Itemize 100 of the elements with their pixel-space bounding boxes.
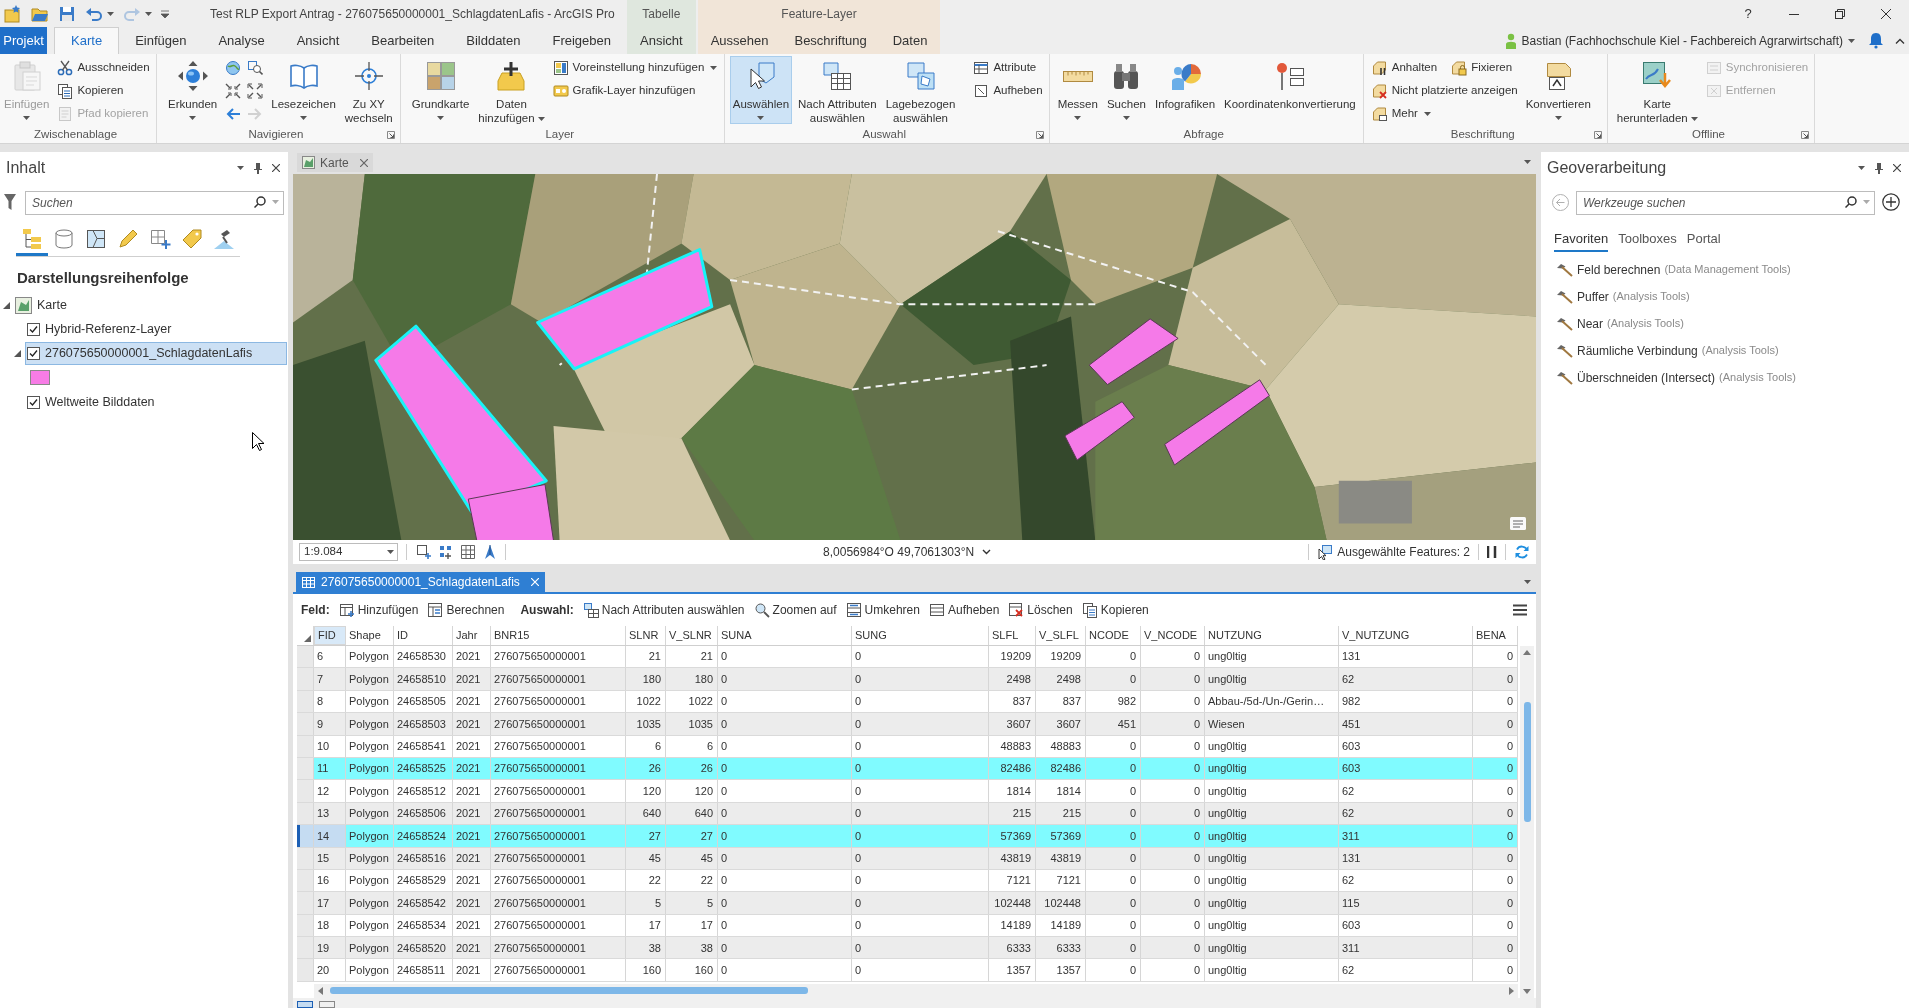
table-row[interactable]: 7 Polygon 24658510 2021 276075650000001 180 180 0 0 2498 2498 0 0 ung0ltig 62 0: [297, 668, 1518, 691]
close-icon[interactable]: [1893, 164, 1901, 172]
dialog-launcher-icon[interactable]: [1593, 130, 1602, 139]
table-row[interactable]: 16 Polygon 24658529 2021 276075650000001 22 22 0 0 7121 7121 0 0 ung0ltig 62 0: [297, 869, 1518, 893]
column-header[interactable]: Shape: [346, 626, 394, 645]
table-row[interactable]: 18 Polygon 24658534 2021 276075650000001 17 17 0 0 14189 14189 0 0 ung0ltig 603 0: [297, 914, 1518, 938]
column-header[interactable]: V_NUTZUNG: [1339, 626, 1473, 645]
caret-icon[interactable]: [1524, 580, 1531, 584]
table-row[interactable]: 12 Polygon 24658512 2021 276075650000001 120 120 0 0 1814 1814 0 0 ung0ltig 62 0: [297, 780, 1518, 803]
table-row[interactable]: 9 Polygon 24658503 2021 276075650000001 1035 1035 0 0 3607 3607 451 0 Wiesen 451 0: [297, 713, 1518, 736]
column-header[interactable]: V_SLNR: [666, 626, 718, 645]
dialog-launcher-icon[interactable]: [386, 130, 395, 139]
ribbon-tab[interactable]: Ansicht: [627, 27, 696, 54]
menu-icon[interactable]: [1513, 604, 1527, 616]
bell-icon[interactable]: [1868, 32, 1884, 49]
ribbon-button[interactable]: Mehr: [1369, 102, 1433, 125]
vertical-scrollbar[interactable]: [1520, 646, 1534, 998]
ribbon-tab[interactable]: Aussehen: [697, 27, 782, 54]
ribbon-tab[interactable]: Bilddaten: [450, 27, 537, 54]
table-row[interactable]: 13 Polygon 24658506 2021 276075650000001 640 640 0 0 215 215 0 0 ung0ltig 62 0: [297, 802, 1518, 826]
toolbar-button[interactable]: Zoomen auf: [753, 601, 837, 619]
scroll-right-arrow-icon[interactable]: [1506, 985, 1516, 996]
scrollbar-thumb[interactable]: [1523, 702, 1531, 822]
caret-icon[interactable]: [1848, 38, 1855, 43]
ribbon-button[interactable]: Messen: [1054, 56, 1101, 124]
search-field[interactable]: Werkzeuge suchen: [1576, 191, 1875, 215]
search-field[interactable]: Suchen: [25, 191, 284, 215]
checkbox[interactable]: [27, 395, 40, 409]
close-icon[interactable]: [359, 158, 368, 167]
table-row[interactable]: 14 Polygon 24658524 2021 276075650000001 27 27 0 0 57369 57369 0 0 ung0ltig 311 0: [297, 825, 1518, 848]
table-row[interactable]: 15 Polygon 24658516 2021 276075650000001 45 45 0 0 43819 43819 0 0 ung0ltig 131 0: [297, 847, 1518, 870]
customize-icon[interactable]: [161, 9, 169, 18]
ribbon-button[interactable]: Nicht platzierte anzeigen: [1369, 79, 1520, 102]
caret-icon[interactable]: [1524, 160, 1531, 164]
ribbon-tab[interactable]: Daten: [879, 27, 941, 54]
add-circle-icon[interactable]: [1882, 193, 1900, 211]
ribbon-button[interactable]: Infografiken: [1151, 56, 1219, 124]
column-header[interactable]: NUTZUNG: [1205, 626, 1339, 645]
tool-item[interactable]: Feld berechnen (Data Management Tools): [1541, 256, 1791, 283]
toolbar-button[interactable]: Löschen: [1008, 601, 1073, 619]
layer-item[interactable]: 276075650000001_SchlagdatenLafis: [25, 341, 287, 365]
ribbon-tab[interactable]: Projekt: [0, 27, 48, 54]
table-row[interactable]: 19 Polygon 24658520 2021 276075650000001 38 38 0 0 6333 6333 0 0 ung0ltig 311 0: [297, 937, 1518, 960]
dialog-launcher-icon[interactable]: [1801, 130, 1810, 139]
column-header[interactable]: SUNA: [718, 626, 852, 645]
ribbon-tab[interactable]: Analyse: [202, 27, 281, 54]
close-icon[interactable]: [272, 164, 280, 172]
ribbon-tab[interactable]: Ansicht: [280, 27, 356, 54]
table-row[interactable]: 8 Polygon 24658505 2021 276075650000001 1022 1022 0 0 837 837 982 0 Abbau-/5d-/Un-/Gerin… 982 0: [297, 690, 1518, 714]
ribbon-button[interactable]: Voreinstellung hinzufügen: [550, 56, 720, 79]
column-header[interactable]: FID: [314, 626, 346, 645]
help-button[interactable]: ?: [1725, 0, 1771, 27]
pin-icon[interactable]: [1875, 162, 1883, 174]
dialog-launcher-icon[interactable]: [1035, 130, 1044, 139]
column-header[interactable]: Jahr: [453, 626, 491, 645]
layer-item[interactable]: Weltweite Bilddaten: [25, 390, 287, 414]
selected-features-count[interactable]: Ausgewählte Features: 2: [1337, 543, 1470, 561]
ribbon-button[interactable]: Zu XY wechseln: [341, 56, 396, 124]
quick-access-button[interactable]: [4, 4, 22, 23]
column-header[interactable]: SLNR: [626, 626, 666, 645]
scale-combobox[interactable]: 1:9.084: [299, 543, 398, 561]
table-row[interactable]: 10 Polygon 24658541 2021 276075650000001 6 6 0 0 48883 48883 0 0 ung0ltig 603 0: [297, 735, 1518, 758]
quick-access-button[interactable]: [58, 4, 76, 23]
chevron-down-icon[interactable]: [982, 549, 992, 555]
panel-tab[interactable]: Toolboxes: [1618, 228, 1677, 252]
table-row[interactable]: 11 Polygon 24658525 2021 276075650000001 26 26 0 0 82486 82486 0 0 ung0ltig 603 0: [297, 757, 1518, 781]
toolbar-button[interactable]: Aufheben: [928, 601, 1000, 619]
ribbon-button[interactable]: Aufheben: [971, 79, 1045, 102]
table-tab[interactable]: 276075650000001_SchlagdatenLafis: [296, 572, 545, 592]
column-header[interactable]: ID: [394, 626, 453, 645]
toolbar-button[interactable]: Kopieren: [1081, 601, 1149, 619]
ribbon-button[interactable]: Daten hinzufügen: [475, 56, 548, 124]
checkbox[interactable]: [27, 346, 40, 360]
ribbon-button[interactable]: Lagebezogen auswählen: [882, 56, 959, 124]
ribbon-button[interactable]: Grafik-Layer hinzufügen: [550, 79, 698, 102]
ribbon-button[interactable]: Koordinatenkonvertierung: [1221, 56, 1359, 124]
chevron-up-icon[interactable]: [1895, 36, 1905, 45]
map-tab[interactable]: Karte: [297, 153, 373, 172]
column-header[interactable]: NCODE: [1086, 626, 1141, 645]
column-header[interactable]: BNR15: [491, 626, 626, 645]
caret-icon[interactable]: [107, 11, 114, 16]
panel-tab[interactable]: Favoriten: [1554, 228, 1609, 252]
tool-item[interactable]: Puffer (Analysis Tools): [1541, 283, 1690, 310]
ribbon-button[interactable]: Ausschneiden: [55, 56, 152, 79]
pin-icon[interactable]: [254, 162, 262, 174]
table-view-button[interactable]: [297, 1001, 313, 1008]
toolbar-button[interactable]: Hinzufügen: [338, 601, 419, 619]
ribbon-tab[interactable]: Bearbeiten: [355, 27, 451, 54]
ribbon-button[interactable]: Grundkarte: [408, 56, 473, 124]
field-view-button[interactable]: [319, 1001, 335, 1008]
ribbon-tab[interactable]: Beschriftung: [781, 27, 880, 54]
ribbon-button[interactable]: Lesezeichen: [268, 56, 339, 124]
expand-triangle-icon[interactable]: [3, 301, 10, 309]
tool-item[interactable]: Near (Analysis Tools): [1541, 310, 1684, 337]
scroll-up-arrow-icon[interactable]: [1522, 648, 1532, 658]
checkbox[interactable]: [27, 322, 40, 336]
ribbon-tab[interactable]: Freigeben: [536, 27, 627, 54]
table-row[interactable]: 20 Polygon 24658511 2021 276075650000001 160 160 0 0 1357 1357 0 0 ung0ltig 62 0: [297, 959, 1518, 982]
column-header[interactable]: SLFL: [989, 626, 1036, 645]
scroll-down-arrow-icon[interactable]: [1522, 986, 1532, 996]
